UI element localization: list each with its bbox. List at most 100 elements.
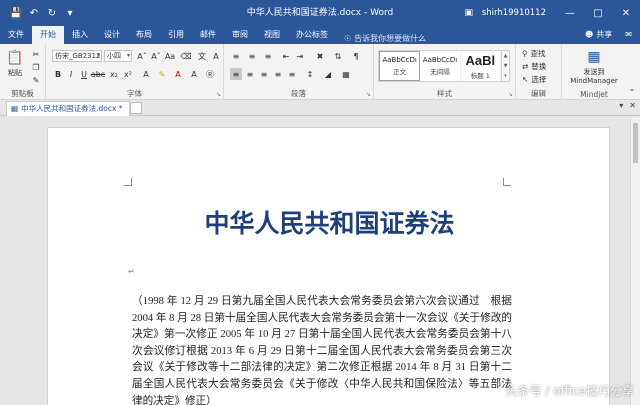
document-tabs: ▦ 中华人民共和国证券法.docx * ▾ ✕ [0, 100, 640, 116]
watermark: 头条号 / office技巧分享 [505, 384, 634, 398]
paragraph-group: ≡ ≡ ≡ ⇤ ⇥ ✖ ⇅ ¶ ≡ ≡ ≡ ≡ ≡ ↕ ◢ ▦ 段落 ↘ [224, 44, 374, 100]
more-icon[interactable]: ▾ [504, 73, 507, 79]
style-heading-1[interactable]: AaBl 标题 1 [461, 51, 501, 81]
shading-icon[interactable]: ◢ [322, 68, 334, 80]
text-effects-icon[interactable]: A [140, 68, 152, 80]
styles-scroll[interactable]: ▲ ▼ ▾ [502, 50, 510, 82]
font-name-select[interactable]: 仿宋_GB2312 ▾ [52, 50, 102, 62]
document-tab[interactable]: ▦ 中华人民共和国证券法.docx * [6, 101, 130, 116]
align-right-icon[interactable]: ≡ [258, 68, 270, 80]
copy-icon[interactable]: ❐ [30, 61, 42, 73]
editing-group: ⚲ 查找 ⇄ 替换 ↖ 选择 编辑 [516, 44, 562, 100]
send-to-mindmanager-button[interactable]: ▦ 发送到 MindManager [564, 47, 624, 85]
mindjet-group-label: Mindjet [580, 90, 608, 99]
undo-icon[interactable]: ↶ [26, 5, 42, 21]
enclose-char-icon[interactable]: Ⓡ [204, 68, 216, 80]
char-shading-icon[interactable]: A [188, 68, 200, 80]
underline-icon[interactable]: U [78, 68, 90, 80]
decrease-indent-icon[interactable]: ⇤ [280, 50, 292, 62]
margin-corner-mark [503, 178, 511, 186]
distributed-icon[interactable]: ≡ [286, 68, 298, 80]
replace-icon: ⇄ [522, 62, 529, 71]
change-case-icon[interactable]: Aa [164, 50, 176, 62]
numbering-icon[interactable]: ≡ [246, 50, 258, 62]
share-label: 共享 [596, 30, 613, 39]
subscript-icon[interactable]: x₂ [108, 68, 120, 80]
ribbon-tabs: 文件 开始 插入 设计 布局 引用 邮件 审阅 视图 办公标签 ☉ 告诉我你想要… [0, 26, 640, 44]
tell-me-text: 告诉我你想要做什么 [354, 34, 427, 43]
chevron-down-icon[interactable]: ▾ [619, 101, 623, 110]
tab-view[interactable]: 视图 [256, 26, 288, 44]
highlight-icon[interactable]: ✎ [156, 68, 168, 80]
char-border-icon[interactable]: A [210, 50, 222, 62]
comments-icon[interactable]: ✉ [625, 26, 632, 44]
replace-button[interactable]: ⇄ 替换 [522, 61, 546, 72]
chevron-down-icon[interactable]: ▼ [504, 63, 508, 69]
dialog-launcher-icon[interactable]: ↘ [508, 91, 513, 98]
cut-icon[interactable]: ✂ [30, 48, 42, 60]
sort-icon[interactable]: ⇅ [332, 50, 344, 62]
grow-font-icon[interactable]: Aˆ [136, 50, 148, 62]
font-group: 仿宋_GB2312 ▾ 小四 ▾ Aˆ Aˇ Aa ⌫ 文 A B I U abc … [46, 44, 224, 100]
document-heading: 中华人民共和国证券法 [204, 210, 455, 238]
new-tab-button[interactable] [130, 102, 142, 114]
tab-layout[interactable]: 布局 [128, 26, 160, 44]
tab-mailings[interactable]: 邮件 [192, 26, 224, 44]
font-size-select[interactable]: 小四 ▾ [104, 50, 132, 62]
account-name[interactable]: shirh19910112 [476, 8, 556, 18]
close-button[interactable]: ✕ [612, 0, 640, 26]
tab-insert[interactable]: 插入 [64, 26, 96, 44]
share-button[interactable]: ☻ 共享 ✉ [585, 26, 632, 44]
ribbon-display-icon[interactable]: ▣ [462, 6, 476, 20]
show-marks-icon[interactable]: ¶ [350, 50, 362, 62]
bold-icon[interactable]: B [52, 68, 64, 80]
paste-button[interactable]: 📋 粘贴 [6, 48, 24, 78]
chevron-up-icon[interactable]: ▲ [504, 53, 508, 59]
clear-format-icon[interactable]: ⌫ [180, 50, 192, 62]
increase-indent-icon[interactable]: ⇥ [294, 50, 306, 62]
borders-icon[interactable]: ▦ [340, 68, 352, 80]
tab-references[interactable]: 引用 [160, 26, 192, 44]
minimize-button[interactable]: — [556, 0, 584, 26]
format-painter-icon[interactable]: ✎ [30, 74, 42, 86]
style-no-spacing[interactable]: AaBbCcDı 无间隔 [420, 51, 461, 81]
restore-button[interactable]: □ [584, 0, 612, 26]
vertical-scrollbar[interactable] [630, 117, 640, 405]
document-page[interactable]: 中华人民共和国证券法 ↵ ↵ （1998 年 12 月 29 日第九届全国人民代… [47, 127, 610, 405]
mindmanager-icon: ▦ [587, 49, 601, 65]
style-normal[interactable]: AaBbCcDı 正文 [379, 51, 421, 81]
multilevel-list-icon[interactable]: ≡ [262, 50, 274, 62]
select-button[interactable]: ↖ 选择 [522, 74, 546, 85]
chevron-down-icon: ▾ [96, 52, 100, 59]
tab-file[interactable]: 文件 [0, 26, 32, 44]
superscript-icon[interactable]: x² [122, 68, 134, 80]
tab-review[interactable]: 审阅 [224, 26, 256, 44]
paragraph-group-label: 段落 [291, 89, 306, 98]
tab-design[interactable]: 设计 [96, 26, 128, 44]
line-spacing-icon[interactable]: ↕ [304, 68, 316, 80]
chinese-layout-icon[interactable]: ✖ [314, 50, 326, 62]
scrollbar-thumb[interactable] [633, 123, 638, 163]
dialog-launcher-icon[interactable]: ↘ [366, 91, 371, 98]
shrink-font-icon[interactable]: Aˇ [150, 50, 162, 62]
close-tab-icon[interactable]: ✕ [629, 101, 636, 110]
tab-home[interactable]: 开始 [32, 26, 64, 44]
redo-icon[interactable]: ↻ [44, 5, 60, 21]
bullets-icon[interactable]: ≡ [230, 50, 242, 62]
tell-me-box[interactable]: ☉ 告诉我你想要做什么 [336, 33, 426, 44]
find-button[interactable]: ⚲ 查找 [522, 48, 546, 59]
font-color-icon[interactable]: A [172, 68, 184, 80]
align-left-icon[interactable]: ≡ [230, 68, 242, 80]
customize-qat-icon[interactable]: ▾ [62, 5, 78, 21]
strikethrough-icon[interactable]: abc [91, 68, 105, 80]
save-icon[interactable]: 💾 [8, 5, 24, 21]
italic-icon[interactable]: I [65, 68, 77, 80]
clipboard-group: 📋 粘贴 ✂ ❐ ✎ 剪贴板 [0, 44, 46, 100]
phonetic-guide-icon[interactable]: 文 [196, 50, 208, 62]
align-center-icon[interactable]: ≡ [244, 68, 256, 80]
dialog-launcher-icon[interactable]: ↘ [216, 91, 221, 98]
collapse-ribbon-icon[interactable]: ⌃ [626, 86, 638, 98]
justify-icon[interactable]: ≡ [272, 68, 284, 80]
tab-office-tab[interactable]: 办公标签 [288, 26, 336, 44]
editing-group-label: 编辑 [531, 89, 546, 98]
